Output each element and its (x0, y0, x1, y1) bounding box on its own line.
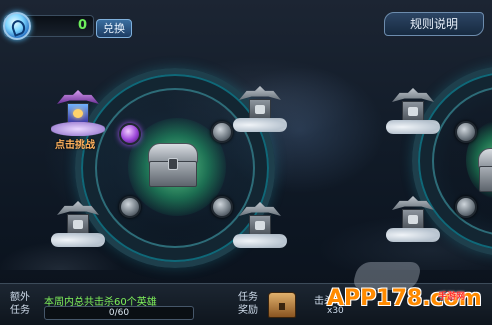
extra-task-label: 额外任务 (10, 292, 30, 316)
watermark-subtext: 手游网 (438, 292, 466, 302)
ring-node (211, 121, 233, 143)
progress-text: 0/60 (108, 308, 130, 318)
lock-icon (408, 215, 418, 224)
stage-pagoda-active[interactable] (51, 84, 105, 136)
chest-box (479, 166, 492, 192)
currency-display: 0 (3, 12, 94, 40)
ring-node (211, 196, 233, 218)
currency-value: 0 (77, 18, 87, 33)
task-progress-bar: 0/60 (44, 306, 194, 320)
exchange-button[interactable]: 兑换 (96, 19, 132, 38)
stage-pagoda-locked[interactable] (233, 80, 287, 132)
ring-node-active (119, 123, 141, 145)
reward-chest-icon[interactable] (268, 292, 296, 318)
task-reward-label: 任务奖励 (238, 292, 258, 316)
stage-pagoda-locked[interactable] (51, 195, 105, 247)
game-scene: 点击挑战 0 兑换 规则说明 额外任务 本周内总共击杀60个英雄 0/60 任务… (0, 0, 492, 325)
stage-pagoda-locked[interactable] (386, 82, 440, 134)
click-challenge-label[interactable]: 点击挑战 (55, 136, 95, 151)
ring-node (119, 196, 141, 218)
chest-lid (478, 148, 492, 168)
ring-node (455, 121, 477, 143)
crystal-coin-icon (3, 12, 31, 40)
treasure-chest-next[interactable] (478, 148, 492, 192)
stage-pagoda-locked[interactable] (233, 196, 287, 248)
lock-icon (255, 221, 265, 230)
glow-orb-icon (73, 109, 83, 118)
rules-button[interactable]: 规则说明 (384, 12, 484, 36)
treasure-chest-main[interactable] (148, 143, 198, 187)
lock-icon (73, 220, 83, 229)
lock-icon (408, 107, 418, 116)
chest-lock-icon (168, 158, 178, 170)
lock-icon (255, 105, 265, 114)
stage-pagoda-locked[interactable] (386, 190, 440, 242)
ring-node (455, 196, 477, 218)
